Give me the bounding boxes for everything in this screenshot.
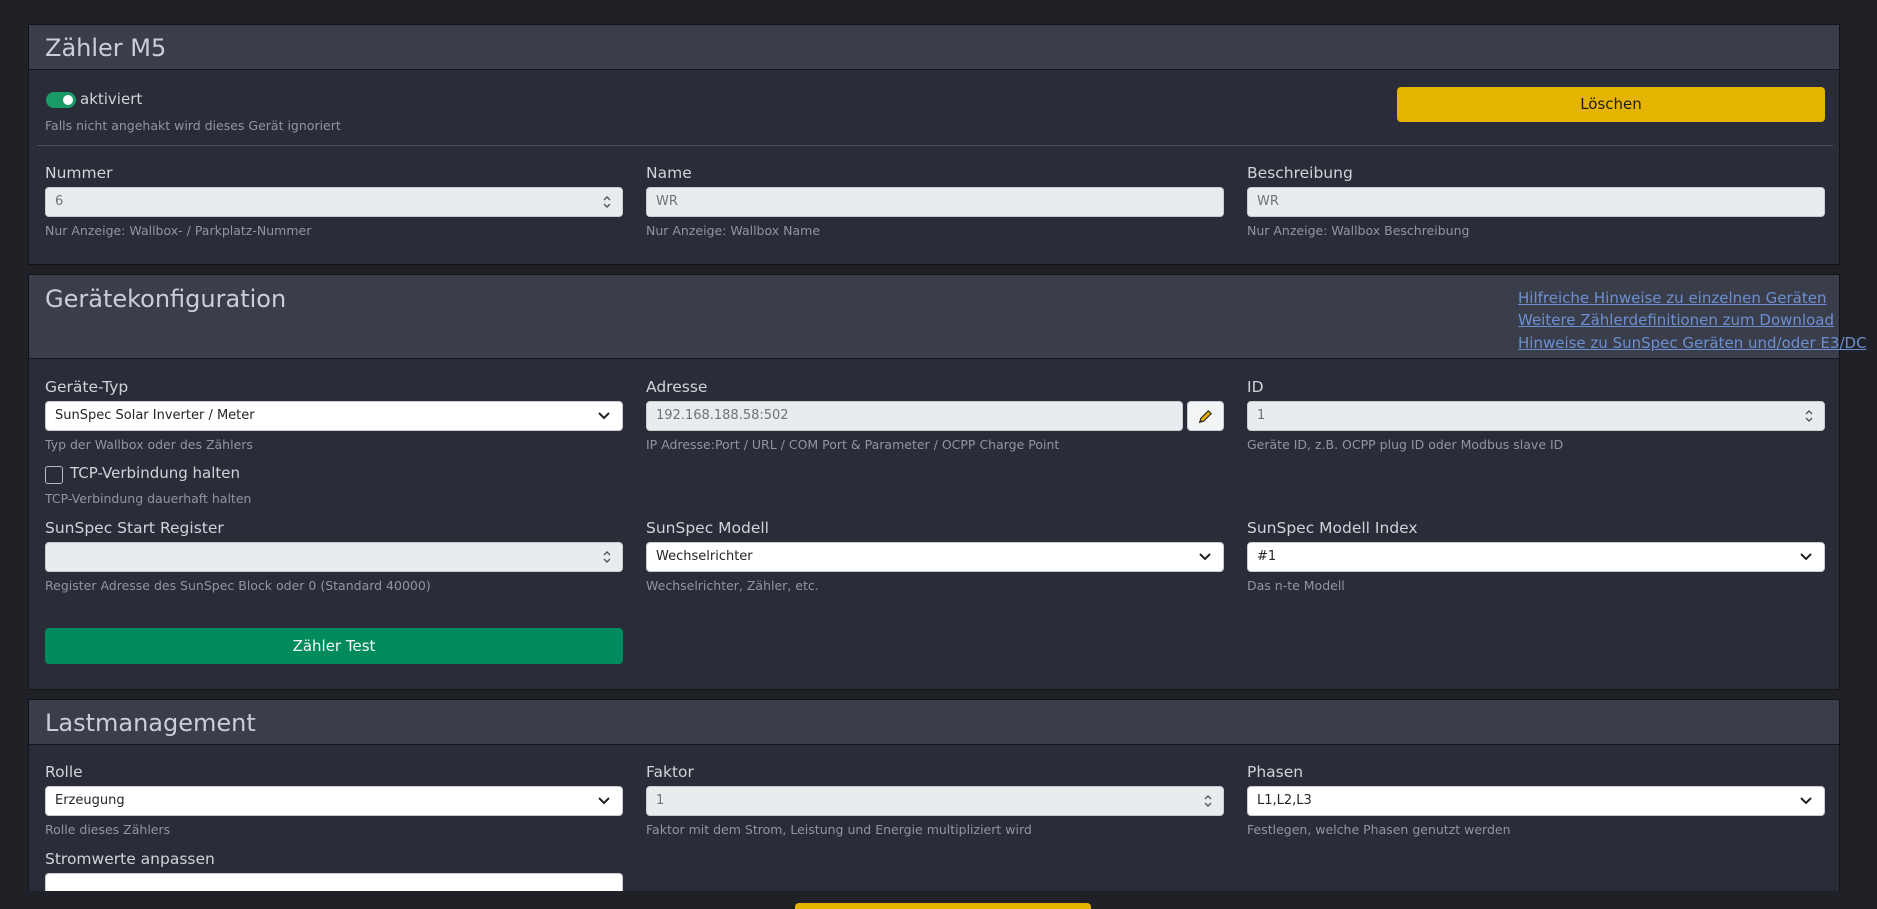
pencil-icon xyxy=(1198,409,1213,424)
device-config-title: Gerätekonfiguration xyxy=(45,285,287,313)
factor-help: Faktor mit dem Strom, Leistung und Energ… xyxy=(646,822,1032,837)
start-register-label: SunSpec Start Register xyxy=(45,519,224,537)
spinner-arrows-icon[interactable] xyxy=(602,549,612,565)
name-input[interactable]: WR xyxy=(646,187,1224,217)
adjust-current-label: Stromwerte anpassen xyxy=(45,850,215,868)
number-value: 6 xyxy=(55,194,64,209)
factor-input[interactable]: 1 xyxy=(646,786,1224,816)
device-type-label: Geräte-Typ xyxy=(45,378,129,396)
number-help: Nur Anzeige: Wallbox- / Parkplatz-Nummer xyxy=(45,223,312,238)
meter-test-button[interactable]: Zähler Test xyxy=(45,628,623,664)
description-input[interactable]: WR xyxy=(1247,187,1825,217)
spinner-arrows-icon[interactable] xyxy=(602,194,612,210)
phases-select[interactable]: L1,L2,L3 xyxy=(1247,786,1825,816)
model-select[interactable]: Wechselrichter xyxy=(646,542,1224,572)
role-label: Rolle xyxy=(45,763,83,781)
device-config-card: Gerätekonfiguration Hilfreiche Hinweise … xyxy=(28,274,1867,690)
model-value: Wechselrichter xyxy=(656,549,753,564)
address-input[interactable]: 192.168.188.58:502 xyxy=(646,401,1183,431)
id-input[interactable]: 1 xyxy=(1247,401,1825,431)
toggle-knob xyxy=(63,95,73,105)
model-label: SunSpec Modell xyxy=(646,519,769,537)
id-label: ID xyxy=(1247,378,1264,396)
factor-value: 1 xyxy=(656,793,665,808)
delete-button[interactable]: Löschen xyxy=(1397,87,1825,122)
role-value: Erzeugung xyxy=(55,793,125,808)
address-label: Adresse xyxy=(646,378,708,396)
enabled-toggle[interactable] xyxy=(46,92,76,108)
model-index-select[interactable]: #1 xyxy=(1247,542,1825,572)
role-select[interactable]: Erzeugung xyxy=(45,786,623,816)
meter-card: Zähler M5 aktiviert Falls nicht angehakt… xyxy=(28,24,1840,265)
name-help: Nur Anzeige: Wallbox Name xyxy=(646,223,821,238)
factor-label: Faktor xyxy=(646,763,694,781)
meter-card-header: Zähler M5 xyxy=(29,25,1839,70)
spinner-arrows-icon[interactable] xyxy=(1804,408,1814,424)
adjust-current-select[interactable] xyxy=(45,873,623,892)
link-device-hints[interactable]: Hilfreiche Hinweise zu einzelnen Geräten xyxy=(1518,289,1826,307)
divider xyxy=(37,145,1833,146)
enabled-label: aktiviert xyxy=(80,90,143,108)
page-title: Zähler M5 xyxy=(45,34,167,62)
number-input[interactable]: 6 xyxy=(45,187,623,217)
model-index-help: Das n-te Modell xyxy=(1247,578,1345,593)
edit-address-button[interactable] xyxy=(1187,401,1224,431)
description-label: Beschreibung xyxy=(1247,164,1353,182)
phases-label: Phasen xyxy=(1247,763,1304,781)
model-index-value: #1 xyxy=(1257,549,1277,564)
link-sunspec-hints[interactable]: Hinweise zu SunSpec Geräten und/oder E3/… xyxy=(1518,334,1867,352)
chevron-down-icon xyxy=(1800,797,1812,805)
save-button-partial[interactable] xyxy=(795,903,1091,909)
role-help: Rolle dieses Zählers xyxy=(45,822,171,837)
chevron-down-icon xyxy=(598,797,610,805)
link-meter-definitions[interactable]: Weitere Zählerdefinitionen zum Download xyxy=(1518,311,1834,329)
start-register-help: Register Adresse des SunSpec Block oder … xyxy=(45,578,431,593)
id-help: Geräte ID, z.B. OCPP plug ID oder Modbus… xyxy=(1247,437,1564,452)
model-help: Wechselrichter, Zähler, etc. xyxy=(646,578,819,593)
phases-value: L1,L2,L3 xyxy=(1257,793,1312,808)
tcp-keep-checkbox[interactable] xyxy=(45,466,63,484)
device-type-value: SunSpec Solar Inverter / Meter xyxy=(55,408,255,423)
chevron-down-icon xyxy=(1199,553,1211,561)
tcp-keep-help: TCP-Verbindung dauerhaft halten xyxy=(45,491,252,506)
device-type-select[interactable]: SunSpec Solar Inverter / Meter xyxy=(45,401,623,431)
phases-help: Festlegen, welche Phasen genutzt werden xyxy=(1247,822,1511,837)
number-label: Nummer xyxy=(45,164,113,182)
start-register-input[interactable] xyxy=(45,542,623,572)
chevron-down-icon xyxy=(598,412,610,420)
spinner-arrows-icon[interactable] xyxy=(1203,793,1213,809)
device-type-help: Typ der Wallbox oder des Zählers xyxy=(45,437,253,452)
device-config-header: Gerätekonfiguration Hilfreiche Hinweise … xyxy=(29,275,1867,359)
tcp-keep-label: TCP-Verbindung halten xyxy=(70,464,241,482)
description-help: Nur Anzeige: Wallbox Beschreibung xyxy=(1247,223,1470,238)
load-management-header: Lastmanagement xyxy=(29,700,1839,745)
id-value: 1 xyxy=(1257,408,1266,423)
load-management-title: Lastmanagement xyxy=(45,709,256,737)
address-help: IP Adresse:Port / URL / COM Port & Param… xyxy=(646,437,1060,452)
chevron-down-icon xyxy=(1800,553,1812,561)
model-index-label: SunSpec Modell Index xyxy=(1247,519,1418,537)
load-management-card: Lastmanagement Rolle Erzeugung Rolle die… xyxy=(28,699,1840,892)
enabled-help: Falls nicht angehakt wird dieses Gerät i… xyxy=(45,118,341,133)
name-label: Name xyxy=(646,164,692,182)
